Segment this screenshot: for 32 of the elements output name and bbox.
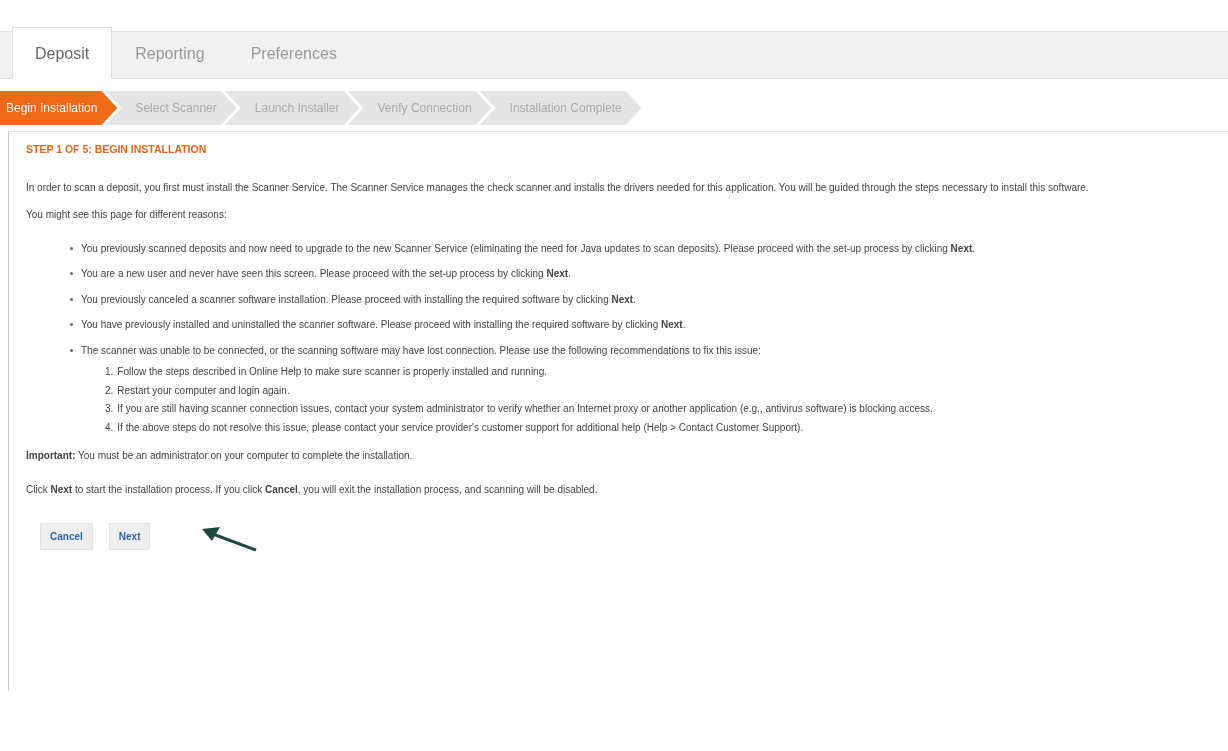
wizard-step: Launch Installer [224,91,360,125]
step-title: STEP 1 OF 5: BEGIN INSTALLATION [26,142,208,157]
wizard-button[interactable]: Cancel [40,523,93,551]
wizard-step: Verify Connection [347,91,492,125]
bullet-icon [70,323,73,327]
recommendation-text: If you are still having scanner connection issues, contact your system administrator to verify whether an Internet proxy or another application (e.g., antivirus software) is blocking access. [117,402,933,417]
wizard-button[interactable]: Next [108,523,151,551]
reason-text: You previously canceled a scanner software installation. Please proceed with installing the required software by clicking Next. [81,293,636,305]
reason-text: You previously scanned deposits and now need to upgrade to the new Scanner Service (eliminating the need for Java updates to scan deposits). Please proceed with the set-up process by clicking Next. [81,242,976,254]
reason-text: You have previously installed and uninstalled the scanner software. Please proceed with installing the required software by clicking Next. [81,319,686,331]
recommendation-text: Restart your computer and login again. [117,383,290,398]
intro-paragraph: In order to scan a deposit, you first must install the Scanner Service. The Scanner Service manages the check scanner and installs the drivers needed for this application. You will be guided through the steps necessary to install this software. [26,180,1090,195]
important-note: Important: You must be an administrator on your computer to complete the installation. [26,449,414,464]
recommendation-text: If the above steps do not resolve this issue, please contact your service provider's customer support for additional help (Help > Contact Customer Support). [117,420,804,435]
instructions-paragraph: Click Next to start the installation process. If you click Cancel, you will exit the installation process, and scanning will be disabled. [26,482,599,497]
wizard-step: Select Scanner [105,91,237,125]
bullet-icon [70,297,73,301]
reason-text: The scanner was unable to be connected, or the scanning software may have lost connection. Please use the following recommendations to fix this issue: [81,344,761,356]
wizard-step: Installation Complete [479,91,642,125]
tab[interactable]: Preferences [227,27,360,79]
bullet-icon [70,246,73,250]
reasons-heading: You might see this page for different reasons: [26,208,228,223]
list-number: 3. [105,402,114,417]
recommendation-text: Follow the steps described in Online Help to make sure scanner is properly installed and running. [117,365,548,380]
list-number: 1. [105,365,114,380]
bullet-icon [70,272,73,276]
reason-text: You are a new user and never have seen this screen. Please proceed with the set-up process by clicking Next. [81,268,571,280]
list-number: 2. [105,383,114,398]
list-number: 4. [105,420,114,435]
tab[interactable]: Deposit [12,27,113,79]
bullet-icon [70,348,73,352]
wizard-step: Begin Installation [0,91,118,125]
